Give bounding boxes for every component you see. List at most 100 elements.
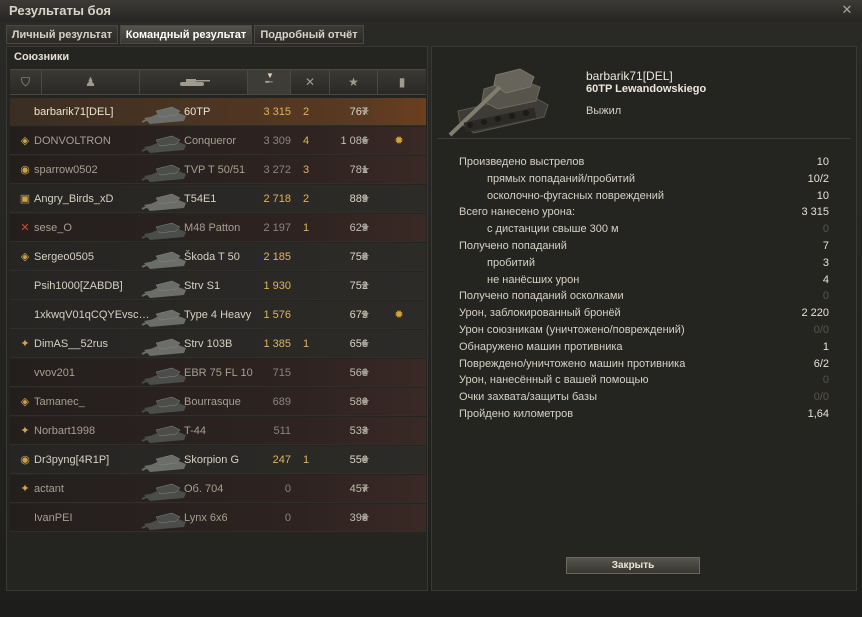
shield-icon: ⛉ xyxy=(20,74,30,89)
vehicle-name: Škoda T 50 xyxy=(184,251,240,263)
team-row[interactable]: ✦ Norbart1998 T-44 511 533 ★ xyxy=(10,417,426,445)
stat-row: Урон, нанесённый с вашей помощью 0 xyxy=(459,374,829,390)
star-icon: ★ xyxy=(360,106,370,118)
vehicle-column-header[interactable] xyxy=(140,70,248,94)
stat-value: 4 xyxy=(822,273,829,286)
stat-row: Получено попаданий 7 xyxy=(459,240,829,256)
person-icon: ♟ xyxy=(85,75,96,89)
star-icon: ★ xyxy=(360,512,370,524)
player-name: vvov201 xyxy=(34,367,75,379)
damage-column-header[interactable]: ╾ ▼ xyxy=(248,70,291,94)
kills-value xyxy=(300,243,312,270)
player-name: actant xyxy=(34,483,64,495)
stat-value: 1,64 xyxy=(807,408,829,420)
stat-value: 6/2 xyxy=(813,357,829,370)
stat-row: Произведено выстрелов 10 xyxy=(459,156,829,172)
star-icon: ★ xyxy=(348,75,359,89)
vehicle-name: T-44 xyxy=(184,425,207,437)
tab-team[interactable]: Командный результат xyxy=(120,25,252,44)
star-icon: ★ xyxy=(360,164,370,176)
stat-label: Урон союзникам (уничтожено/повреждений) xyxy=(459,324,685,336)
stat-value: 0/0 xyxy=(813,324,829,336)
medal-icon: ▮ xyxy=(398,75,406,89)
star-icon: ★ xyxy=(360,396,370,408)
vehicle-name: EBR 75 FL 10 xyxy=(184,367,253,379)
kills-value: 1 xyxy=(302,454,310,466)
team-row[interactable]: barbarik71[DEL] 60TP 3 315 2 767 ★ xyxy=(10,98,426,126)
stat-row: Получено попаданий осколками 0 xyxy=(459,290,829,306)
kills-value xyxy=(300,301,312,328)
player-name: Dr3pyng[4R1P] xyxy=(34,454,110,466)
kills-value xyxy=(300,417,312,444)
close-button[interactable]: Закрыть xyxy=(566,557,700,574)
stat-label: осколочно-фугасных повреждений xyxy=(487,189,665,202)
team-row[interactable]: ◈ Tamanec_ Bourrasque 689 580 ★ xyxy=(10,388,426,416)
stat-value: 10/2 xyxy=(807,172,829,185)
damage-value: 247 xyxy=(272,454,291,466)
close-icon[interactable]: ✕ xyxy=(839,2,855,18)
star-icon: ★ xyxy=(360,222,370,234)
damage-value: 0 xyxy=(284,512,291,524)
team-row[interactable]: 1xkwqV01qCQYEvsc… Type 4 Heavy 1 576 679 ★ ✹ xyxy=(10,301,426,329)
stat-value: 0/0 xyxy=(813,391,829,404)
player-name: Sergeo0505 xyxy=(34,251,94,263)
player-column-header[interactable]: ♟ xyxy=(42,70,140,94)
team-row[interactable]: IvanPEI Lynx 6x6 0 398 ★ xyxy=(10,504,426,532)
vehicle-name: Strv 103B xyxy=(184,338,233,350)
player-badge-icon: ✦ xyxy=(20,338,30,350)
vehicle-name: TVP T 50/51 xyxy=(184,164,246,176)
stat-value: 0 xyxy=(822,223,829,236)
team-row[interactable]: ✕ sese_O M48 Patton 2 197 1 629 ★ xyxy=(10,214,426,242)
star-icon: ★ xyxy=(360,338,370,350)
star-icon: ★ xyxy=(360,454,370,466)
team-row[interactable]: ✦ actant Об. 704 0 457 ★ xyxy=(10,475,426,503)
tab-detailed[interactable]: Подробный отчёт xyxy=(254,25,364,44)
team-row[interactable]: vvov201 EBR 75 FL 10 715 560 ★ xyxy=(10,359,426,387)
stat-row: Пройдено километров 1,64 xyxy=(459,408,829,424)
stat-label: Произведено выстрелов xyxy=(459,156,585,168)
kills-value: 1 xyxy=(302,222,310,234)
destroyed-icon: ✕ xyxy=(304,75,316,89)
team-row[interactable]: Psih1000[ZABDB] Strv S1 1 930 752 ★ xyxy=(10,272,426,300)
stat-label: с дистанции свыше 300 м xyxy=(487,223,619,236)
vehicle-name: 60TP xyxy=(184,106,211,118)
stat-label: Пройдено километров xyxy=(459,408,574,420)
player-name: 1xkwqV01qCQYEvsc… xyxy=(34,309,149,321)
player-badge-icon: ✦ xyxy=(20,483,30,495)
vehicle-name: Lynx 6x6 xyxy=(184,512,228,524)
stat-value: 7 xyxy=(822,240,829,252)
player-name: sparrow0502 xyxy=(34,164,98,176)
stat-row: Повреждено/уничтожено машин противника 6/… xyxy=(459,358,829,374)
team-row[interactable]: ◈ DONVOLTRON Conqueror 3 309 4 1 086 ★ ✹ xyxy=(10,127,426,155)
stat-row: пробитий 3 xyxy=(459,257,829,273)
tab-personal[interactable]: Личный результат xyxy=(6,25,118,44)
stat-row: Урон союзникам (уничтожено/повреждений) 0… xyxy=(459,324,829,340)
medal-column-header[interactable]: ▮ xyxy=(378,70,426,94)
window-title: Результаты боя xyxy=(9,3,111,18)
tank-icon xyxy=(179,79,210,86)
badge-column-header[interactable]: ⛉ xyxy=(10,70,42,94)
player-badge-icon xyxy=(16,98,34,125)
team-row[interactable]: ◉ sparrow0502 TVP T 50/51 3 272 3 781 ★ xyxy=(10,156,426,184)
stat-label: Всего нанесено урона: xyxy=(459,206,576,219)
kills-value: 3 xyxy=(302,164,310,176)
stat-label: Урон, заблокированный бронёй xyxy=(459,307,621,320)
damage-value: 689 xyxy=(272,396,291,408)
team-row[interactable]: ◉ Dr3pyng[4R1P] Skorpion G 247 1 550 ★ xyxy=(10,446,426,474)
team-row[interactable]: ✦ DimAS__52rus Strv 103B 1 385 1 656 ★ xyxy=(10,330,426,358)
medal-icon: ✹ xyxy=(394,309,404,321)
title-bar: Результаты боя ✕ xyxy=(0,0,862,22)
kills-value xyxy=(300,359,312,386)
player-name: Tamanec_ xyxy=(34,396,85,408)
stat-label: Очки захвата/защиты базы xyxy=(459,391,597,404)
player-badge-icon: ◈ xyxy=(20,396,30,408)
kills-column-header[interactable]: ✕ xyxy=(291,70,330,94)
xp-column-header[interactable]: ★ xyxy=(330,70,378,94)
damage-value: 511 xyxy=(273,425,291,437)
player-badge-icon xyxy=(16,301,34,328)
team-row[interactable]: ◈ Sergeo0505 Škoda T 50 2 185 758 ★ xyxy=(10,243,426,271)
stat-row: с дистанции свыше 300 м 0 xyxy=(459,223,829,239)
team-row[interactable]: ▣ Angry_Birds_xD T54E1 2 718 2 889 ★ xyxy=(10,185,426,213)
stat-row: Очки захвата/защиты базы 0/0 xyxy=(459,391,829,407)
damage-value: 2 718 xyxy=(263,193,291,205)
